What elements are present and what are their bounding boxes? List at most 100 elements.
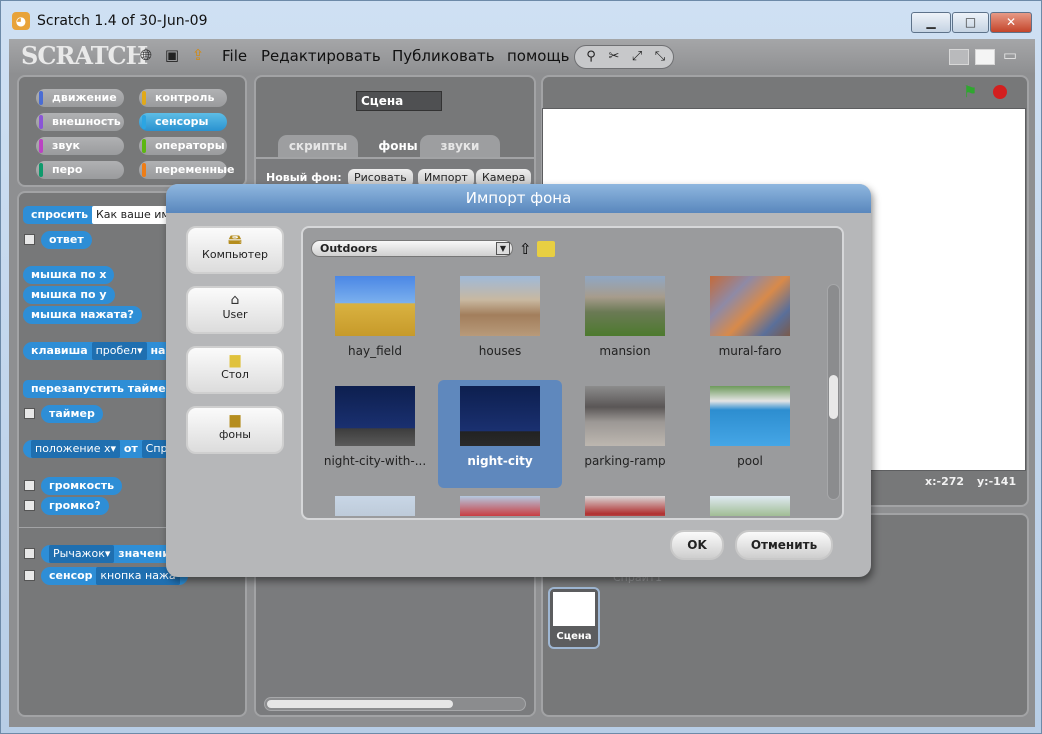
block-position-of[interactable]: положение x▾ от Спр [23, 440, 180, 458]
slider-checkbox[interactable] [24, 548, 35, 559]
thumbnail-label: night-city [467, 454, 533, 468]
green-flag-icon[interactable]: ⚑ [963, 83, 983, 101]
presentation-mode-icon[interactable]: ▭ [1001, 46, 1019, 64]
thumbnail-item[interactable]: parking-ramp [563, 380, 687, 488]
thumbnail-image [335, 496, 415, 516]
stop-icon[interactable] [993, 85, 1007, 99]
category-motion[interactable]: движение [36, 89, 124, 107]
import-background-dialog: Импорт фона 🖴︎ Компьютер ⌂ User ▆ Стол ▆… [166, 184, 871, 577]
small-stage-icon[interactable] [949, 49, 969, 65]
thumbnail-image [710, 496, 790, 516]
thumbnail-label: mansion [599, 344, 651, 358]
vertical-scrollbar[interactable] [827, 284, 840, 500]
block-loud[interactable]: громко? [41, 497, 109, 515]
maximize-button[interactable]: □ [952, 12, 989, 33]
location-computer[interactable]: 🖴︎ Компьютер [186, 226, 284, 274]
block-sensor[interactable]: сенсор кнопка нажа [41, 567, 188, 585]
thumbnail-item[interactable] [438, 490, 562, 516]
menu-file[interactable]: File [222, 47, 247, 65]
category-variables[interactable]: переменные [139, 161, 234, 179]
scratch-cat-icon: ◕ [12, 12, 30, 30]
menu-help[interactable]: помощь [507, 47, 569, 65]
menu-edit[interactable]: Редактировать [261, 47, 381, 65]
block-key-pressed[interactable]: клавиша пробел▾ наж [23, 342, 185, 360]
category-sound[interactable]: звук [36, 137, 124, 155]
globe-icon[interactable]: 🌐︎ [137, 46, 155, 64]
thumbnail-image [460, 276, 540, 336]
category-operators[interactable]: операторы [139, 137, 227, 155]
block-slider-value[interactable]: Рычажок▾ значение [41, 545, 186, 563]
shrink-icon[interactable]: ⤡ [650, 49, 670, 66]
stage-thumbnail-image [553, 592, 595, 626]
block-answer[interactable]: ответ [41, 231, 92, 249]
minimize-button[interactable]: ▁ [911, 12, 951, 33]
location-backgrounds[interactable]: ▆ фоны [186, 406, 284, 454]
loud-checkbox[interactable] [24, 500, 35, 511]
file-browser: Outdoors ▼ ⇧ hay_field houses mansion mu… [301, 226, 844, 520]
thumbnail-item[interactable]: mural-faro [688, 270, 812, 378]
thumbnail-item[interactable]: pool [688, 380, 812, 488]
thumbnail-image [585, 276, 665, 336]
thumbnail-image [710, 276, 790, 336]
delete-scissors-icon[interactable]: ✂ [604, 49, 624, 66]
thumbnail-item[interactable] [563, 490, 687, 516]
folder-selector[interactable]: Outdoors ▼ [311, 240, 513, 257]
computer-icon: 🖴︎ [227, 232, 243, 248]
location-desktop[interactable]: ▆ Стол [186, 346, 284, 394]
cancel-button[interactable]: Отменить [735, 530, 833, 560]
loudness-checkbox[interactable] [24, 480, 35, 491]
mouse-y-readout: y:-141 [977, 475, 1017, 488]
category-sensing[interactable]: сенсоры [139, 113, 227, 131]
tab-sounds[interactable]: звуки [420, 135, 500, 157]
horizontal-scroll-thumb[interactable] [267, 700, 453, 708]
cursor-tools: ⚲ ✂ ⤢ ⤡ [574, 45, 674, 69]
share-icon[interactable]: ⇪ [189, 46, 207, 64]
block-timer[interactable]: таймер [41, 405, 103, 423]
stage-thumbnail[interactable]: Сцена [548, 587, 600, 649]
title-bar: ◕ Scratch 1.4 of 30-Jun-09 ▁ □ ✕ [1, 1, 1041, 39]
menu-share[interactable]: Публиковать [392, 47, 495, 65]
duplicate-stamp-icon[interactable]: ⚲ [581, 49, 601, 66]
thumbnail-item[interactable]: night-city-with-... [313, 380, 437, 488]
scratch-logo: SCRATCH [21, 41, 148, 70]
up-folder-icon[interactable]: ⇧ [519, 240, 533, 258]
window-title: Scratch 1.4 of 30-Jun-09 [37, 13, 208, 29]
grow-icon[interactable]: ⤢ [627, 49, 647, 66]
thumbnail-label: hay_field [348, 344, 402, 358]
block-mouse-down[interactable]: мышка нажата? [23, 306, 142, 324]
thumbnail-label: night-city-with-... [323, 454, 427, 468]
block-mouse-y[interactable]: мышка по y [23, 286, 115, 304]
new-folder-icon[interactable] [537, 241, 555, 257]
thumbnail-label: parking-ramp [584, 454, 666, 468]
category-looks[interactable]: внешность [36, 113, 124, 131]
timer-checkbox[interactable] [24, 408, 35, 419]
sprite-name-field[interactable]: Сцена [356, 91, 442, 111]
thumbnail-item[interactable]: houses [438, 270, 562, 378]
category-control[interactable]: контроль [139, 89, 227, 107]
save-icon[interactable]: ▣ [163, 46, 181, 64]
sensor-checkbox[interactable] [24, 570, 35, 581]
block-reset-timer[interactable]: перезапустить таймер [23, 380, 182, 398]
normal-stage-icon[interactable] [975, 49, 995, 65]
thumbnail-image [585, 386, 665, 446]
dialog-title: Импорт фона [166, 184, 871, 213]
location-user[interactable]: ⌂ User [186, 286, 284, 334]
new-background-label: Новый фон: [266, 171, 342, 184]
block-loudness[interactable]: громкость [41, 477, 123, 495]
thumbnail-item-selected[interactable]: night-city [438, 380, 562, 488]
close-button[interactable]: ✕ [990, 12, 1032, 33]
ok-button[interactable]: OK [670, 530, 724, 560]
horizontal-scrollbar[interactable] [264, 697, 526, 711]
mouse-x-readout: x:-272 [925, 475, 965, 488]
tab-scripts[interactable]: скрипты [278, 135, 358, 157]
thumbnail-item[interactable] [688, 490, 812, 516]
menu-bar: SCRATCH 🌐︎ ▣ ⇪ File Редактировать Публик… [9, 39, 1035, 73]
thumbnail-item[interactable]: hay_field [313, 270, 437, 378]
thumbnail-item[interactable] [313, 490, 437, 516]
vertical-scroll-thumb[interactable] [829, 375, 838, 419]
thumbnail-item[interactable]: mansion [563, 270, 687, 378]
backgrounds-folder-icon: ▆ [229, 412, 241, 428]
category-pen[interactable]: перо [36, 161, 124, 179]
block-mouse-x[interactable]: мышка по x [23, 266, 115, 284]
answer-checkbox[interactable] [24, 234, 35, 245]
